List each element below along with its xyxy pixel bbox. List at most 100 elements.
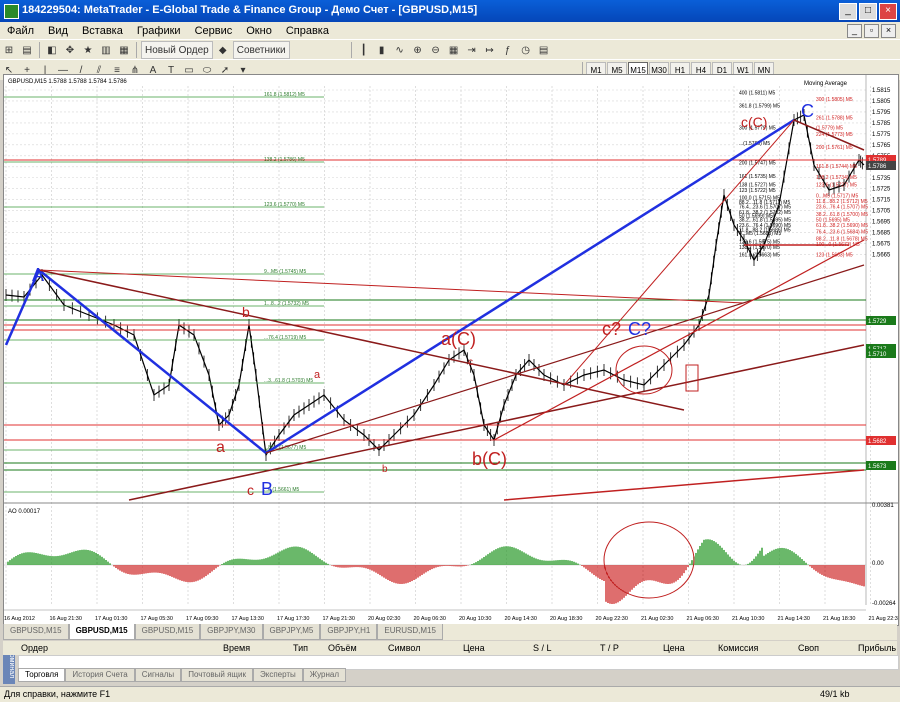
terminal-column-header[interactable]: T / P xyxy=(600,643,619,653)
chart-tab[interactable]: GBPUSD,M15 xyxy=(134,624,201,640)
chart-tab[interactable]: GBPJPY,H1 xyxy=(320,624,378,640)
advisors-button[interactable]: Советники xyxy=(232,41,290,59)
chart-tab[interactable]: GBPJPY,M30 xyxy=(200,624,263,640)
status-bar: Для справки, нажмите F1 49/1 kb xyxy=(0,686,900,702)
chart-tab[interactable]: GBPJPY,M5 xyxy=(262,624,321,640)
doc-restore-button[interactable]: ▫ xyxy=(864,23,879,38)
metaeditor-icon[interactable]: ◆ xyxy=(215,42,231,58)
terminal-column-header[interactable]: Ордер xyxy=(21,643,48,653)
price-tick-label: 1.5795 xyxy=(872,110,891,116)
indicators-icon[interactable]: ƒ xyxy=(500,42,516,58)
time-tick-label: 21 Aug 10:30 xyxy=(732,616,764,622)
terminal-column-header[interactable]: S / L xyxy=(533,643,552,653)
chart-window[interactable]: 1.5815 1.5805 1.5795 1.5785 1.5775 1.5765 1.57… xyxy=(3,74,900,626)
doc-close-button[interactable]: × xyxy=(881,23,896,38)
close-button[interactable]: × xyxy=(879,3,897,20)
time-tick-label: 20 Aug 14:30 xyxy=(505,616,537,622)
menu-charts[interactable]: Графики xyxy=(130,25,188,37)
time-tick-label: 21 Aug 18:30 xyxy=(823,616,855,622)
profiles-icon[interactable]: ▤ xyxy=(19,42,35,58)
wave-label: c(C) xyxy=(741,114,767,130)
chart-tab[interactable]: GBPUSD,M15 xyxy=(68,624,135,640)
terminal-column-header[interactable]: Комиссия xyxy=(718,643,758,653)
tester-icon[interactable]: ▦ xyxy=(116,42,132,58)
navigator-icon[interactable]: ★ xyxy=(80,42,96,58)
terminal-column-header[interactable]: Цена xyxy=(663,643,685,653)
chart-tab[interactable]: GBPUSD,M15 xyxy=(3,624,69,640)
chart-tabs: GBPUSD,M15 GBPUSD,M15 GBPUSD,M15 GBPJPY,M30… xyxy=(3,624,897,640)
minimize-button[interactable]: _ xyxy=(839,3,857,20)
chart-tab[interactable]: EURUSD,M15 xyxy=(377,624,443,640)
terminal-column-header[interactable]: Время xyxy=(223,643,250,653)
title-bar: 184229504: MetaTrader - E-Global Trade &… xyxy=(0,0,900,22)
wave-label: a xyxy=(314,369,321,381)
new-order-button[interactable]: Новый Ордер xyxy=(141,41,213,59)
fib-right-label: 0...M5 (1.5683) M5 xyxy=(739,231,781,237)
terminal-column-header[interactable]: Символ xyxy=(388,643,420,653)
zoom-out-icon[interactable]: ⊖ xyxy=(428,42,444,58)
time-tick-label: 21 Aug 14:30 xyxy=(778,616,810,622)
status-help: Для справки, нажмите F1 xyxy=(4,689,111,699)
fib-right-label: 400 (1.5811) M5 xyxy=(739,90,776,96)
terminal-column-header[interactable]: Своп xyxy=(798,643,819,653)
trendline xyxy=(503,469,865,501)
templates-icon[interactable]: ▤ xyxy=(536,42,552,58)
wave-label: a(C) xyxy=(441,329,476,349)
zoom-in-icon[interactable]: ⊕ xyxy=(410,42,426,58)
menu-bar: Файл Вид Вставка Графики Сервис Окно Спр… xyxy=(0,22,900,39)
terminal-column-header[interactable]: Объём xyxy=(328,643,357,653)
tile-windows-icon[interactable]: ▦ xyxy=(446,42,462,58)
price-tick-label: 1.5815 xyxy=(872,88,891,94)
fib-right-label: 138.2 (1.5670) M5 xyxy=(739,245,780,251)
time-tick-label: 20 Aug 06:30 xyxy=(414,616,446,622)
auto-scroll-icon[interactable]: ⇥ xyxy=(464,42,480,58)
menu-file[interactable]: Файл xyxy=(0,25,41,37)
menu-insert[interactable]: Вставка xyxy=(75,25,130,37)
terminal-column-header[interactable]: Цена xyxy=(463,643,485,653)
wave-label: c xyxy=(247,482,254,498)
doc-minimize-button[interactable]: _ xyxy=(847,23,862,38)
market-watch-icon[interactable]: ◧ xyxy=(44,42,60,58)
menu-tools[interactable]: Сервис xyxy=(188,25,240,37)
data-window-icon[interactable]: ✥ xyxy=(62,42,78,58)
terminal-column-header[interactable]: Тип xyxy=(293,643,308,653)
chart-canvas[interactable]: 1.5815 1.5805 1.5795 1.5785 1.5775 1.5765 1.57… xyxy=(4,75,900,625)
bar-chart-icon[interactable]: ┃ xyxy=(356,42,372,58)
terminal-tabs: Торговля История Счета Сигналы Почтовый ящи… xyxy=(18,668,346,682)
menu-view[interactable]: Вид xyxy=(41,25,75,37)
price-marker-label: 1.5786 xyxy=(868,164,887,170)
window-title: 184229504: MetaTrader - E-Global Trade &… xyxy=(22,4,478,16)
terminal-tab[interactable]: Торговля xyxy=(18,668,66,682)
maximize-button[interactable]: □ xyxy=(859,3,877,20)
periods-icon[interactable]: ◷ xyxy=(518,42,534,58)
fib-red-label: 300 (1.5805) M5 xyxy=(816,97,853,103)
ao-label: AO 0.00017 xyxy=(8,509,41,515)
terminal-icon[interactable]: ▥ xyxy=(98,42,114,58)
fib-red-label: 161.8 (1.5744) M5 xyxy=(816,164,857,170)
price-tick-label: 1.5725 xyxy=(872,187,891,193)
terminal-tab[interactable]: Журнал xyxy=(302,668,346,682)
terminal-column-header[interactable]: Прибыль xyxy=(858,643,896,653)
fib-red-label: 138.2 (1.5734) M5 xyxy=(816,175,857,181)
price-tick-label: 1.5675 xyxy=(872,242,891,248)
ao-axis-label: 0.00 xyxy=(872,561,884,567)
menu-help[interactable]: Справка xyxy=(279,25,336,37)
new-chart-icon[interactable]: ⊞ xyxy=(1,42,17,58)
time-tick-label: 20 Aug 10:30 xyxy=(459,616,491,622)
chart-shift-icon[interactable]: ↦ xyxy=(482,42,498,58)
time-tick-label: 17 Aug 21:30 xyxy=(323,616,355,622)
price-tick-label: 1.5685 xyxy=(872,231,891,237)
candle-chart-icon[interactable]: ▮ xyxy=(374,42,390,58)
terminal-tab[interactable]: Сигналы xyxy=(134,668,182,682)
time-tick-label: 20 Aug 18:30 xyxy=(550,616,582,622)
fib-red-label: 261 (1.5788) M5 xyxy=(816,116,853,122)
fib-right-label: 123 (1.5722) M5 xyxy=(739,188,776,194)
line-chart-icon[interactable]: ∿ xyxy=(392,42,408,58)
terminal-tab[interactable]: Почтовый ящик xyxy=(181,668,253,682)
time-tick-label: 21 Aug 02:30 xyxy=(641,616,673,622)
menu-window[interactable]: Окно xyxy=(239,25,279,37)
terminal-tab[interactable]: Эксперты xyxy=(252,668,303,682)
price-line xyxy=(5,114,865,457)
wave-label: c? xyxy=(602,319,621,339)
terminal-tab[interactable]: История Счета xyxy=(65,668,135,682)
